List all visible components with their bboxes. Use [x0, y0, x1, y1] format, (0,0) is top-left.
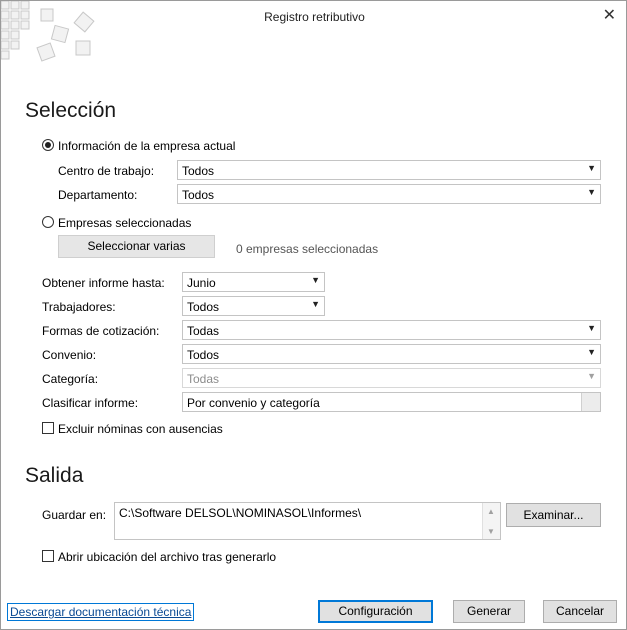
dropdown-button[interactable] — [581, 393, 600, 411]
radio-empresa-actual[interactable] — [42, 139, 54, 151]
formas-label: Formas de cotización: — [42, 324, 160, 338]
cancelar-button[interactable]: Cancelar — [543, 600, 617, 623]
convenio-value: Todos — [187, 348, 220, 362]
formas-select[interactable]: Todas ▼ — [182, 320, 601, 340]
clasificar-label: Clasificar informe: — [42, 396, 139, 410]
examinar-button[interactable]: Examinar... — [506, 503, 601, 527]
hasta-value: Junio — [187, 276, 216, 290]
convenio-select[interactable]: Todos ▼ — [182, 344, 601, 364]
scroll-up-icon[interactable]: ▲ — [487, 507, 495, 516]
categoria-label: Categoría: — [42, 372, 99, 386]
departamento-select[interactable]: Todos ▼ — [177, 184, 601, 204]
clasificar-select[interactable]: Por convenio y categoría — [182, 392, 601, 412]
trabajadores-value: Todos — [187, 300, 220, 314]
configuracion-button[interactable]: Configuración — [318, 600, 433, 623]
trabajadores-select[interactable]: Todos ▼ — [182, 296, 325, 316]
dropdown-arrow-icon: ▼ — [587, 163, 596, 173]
dialog-window: Registro retributivo ✕ Selección Informa… — [0, 0, 627, 630]
dropdown-arrow-icon: ▼ — [587, 187, 596, 197]
categoria-select[interactable]: Todas ▼ — [182, 368, 601, 388]
dropdown-arrow-icon: ▼ — [587, 323, 596, 333]
guardar-label: Guardar en: — [42, 508, 107, 522]
guardar-path-field[interactable]: C:\Software DELSOL\NOMINASOL\Informes\ ▲… — [114, 502, 501, 540]
abrir-ubicacion-checkbox[interactable] — [42, 550, 54, 562]
window-title: Registro retributivo — [264, 10, 365, 24]
radio-empresa-actual-label: Información de la empresa actual — [58, 139, 236, 153]
generar-button[interactable]: Generar — [453, 600, 525, 623]
seleccion-heading: Selección — [25, 99, 117, 122]
trabajadores-label: Trabajadores: — [42, 300, 116, 314]
empresas-count-text: 0 empresas seleccionadas — [236, 242, 379, 256]
centro-select[interactable]: Todos ▼ — [177, 160, 601, 180]
clasificar-value: Por convenio y categoría — [187, 396, 320, 410]
radio-empresas-seleccionadas-label: Empresas seleccionadas — [58, 216, 192, 230]
departamento-label: Departamento: — [58, 188, 138, 202]
dropdown-arrow-icon: ▼ — [587, 347, 596, 357]
departamento-value: Todos — [182, 188, 215, 202]
radio-empresas-seleccionadas[interactable] — [42, 216, 54, 228]
abrir-ubicacion-label: Abrir ubicación del archivo tras generar… — [58, 550, 277, 564]
dropdown-arrow-icon: ▼ — [587, 371, 596, 381]
descargar-documentacion-link[interactable]: Descargar documentación técnica — [7, 603, 195, 621]
excluir-checkbox[interactable] — [42, 422, 54, 434]
centro-label: Centro de trabajo: — [58, 164, 155, 178]
convenio-label: Convenio: — [42, 348, 97, 362]
salida-heading: Salida — [25, 464, 84, 487]
hasta-select[interactable]: Junio ▼ — [182, 272, 325, 292]
excluir-label: Excluir nóminas con ausencias — [58, 422, 223, 436]
dropdown-arrow-icon: ▼ — [311, 275, 320, 285]
seleccionar-varias-button[interactable]: Seleccionar varias — [58, 235, 215, 258]
hasta-label: Obtener informe hasta: — [42, 276, 165, 290]
guardar-path-value: C:\Software DELSOL\NOMINASOL\Informes\ — [119, 506, 362, 520]
scrollbar[interactable]: ▲ ▼ — [482, 503, 500, 539]
close-icon[interactable]: ✕ — [603, 5, 616, 25]
dropdown-arrow-icon: ▼ — [311, 299, 320, 309]
scroll-down-icon[interactable]: ▼ — [487, 527, 495, 536]
categoria-value: Todas — [187, 372, 220, 386]
formas-value: Todas — [187, 324, 220, 338]
centro-value: Todos — [182, 164, 215, 178]
